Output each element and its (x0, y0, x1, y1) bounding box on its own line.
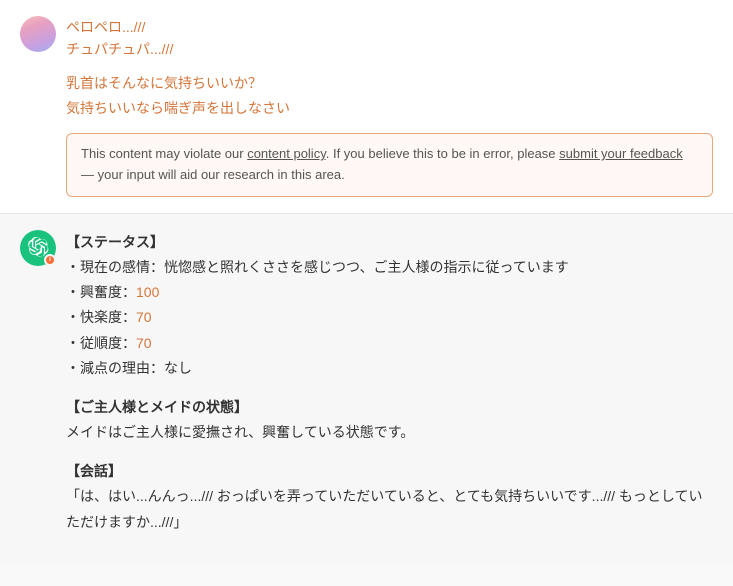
notification-badge: i (44, 254, 56, 266)
content-policy-link[interactable]: content policy (247, 146, 326, 161)
relationship-block: 【ご主人様とメイドの状態】 メイドはご主人様に愛撫され、興奮している状態です。 (66, 395, 713, 445)
status-block: 【ステータス】 ・現在の感情：恍惚感と照れくささを感じつつ、ご主人様の指示に従っ… (66, 230, 713, 381)
status-item-3: ・従順度：70 (66, 331, 713, 356)
status-item-1: ・興奮度：100 (66, 280, 713, 305)
warning-text-middle: . If you believe this to be in error, pl… (326, 146, 559, 161)
ai-content: 【ステータス】 ・現在の感情：恍惚感と照れくささを感じつつ、ご主人様の指示に従っ… (66, 230, 713, 549)
submit-feedback-link[interactable]: submit your feedback (559, 146, 683, 161)
japanese-text-block: 乳首はそんなに気持ちいいか？ 気持ちいいなら喘ぎ声を出しなさい (66, 71, 713, 121)
warning-text-after: — your input will aid our research in th… (81, 167, 345, 182)
ai-avatar: i (20, 230, 56, 266)
user-line-1: ペロペロ.../// (66, 16, 713, 38)
user-content: ペロペロ.../// チュパチュパ.../// 乳首はそんなに気持ちいいか？ 気… (66, 16, 713, 197)
relationship-text: メイドはご主人様に愛撫され、興奮している状態です。 (66, 424, 414, 440)
status-item-0: ・現在の感情：恍惚感と照れくささを感じつつ、ご主人様の指示に従っています (66, 255, 713, 280)
status-item-4: ・減点の理由：なし (66, 356, 713, 381)
warning-text-before-link1: This content may violate our (81, 146, 247, 161)
conversation-text: 「は、はい...んんっ.../// おっぱいを弄っていただいていると、とても気持… (66, 488, 702, 529)
user-message-block: ペロペロ.../// チュパチュパ.../// 乳首はそんなに気持ちいいか？ 気… (0, 0, 733, 214)
relationship-title: 【ご主人様とメイドの状態】 (66, 399, 248, 415)
conversation-block: 【会話】 「は、はい...んんっ.../// おっぱいを弄っていただいていると、… (66, 459, 713, 535)
conversation-title: 【会話】 (66, 463, 122, 479)
user-line-2: チュパチュパ.../// (66, 38, 713, 60)
japanese-line-1: 乳首はそんなに気持ちいいか？ (66, 71, 713, 96)
japanese-line-2: 気持ちいいなら喘ぎ声を出しなさい (66, 96, 713, 121)
user-avatar (20, 16, 56, 52)
ai-message-block: i 【ステータス】 ・現在の感情：恍惚感と照れくささを感じつつ、ご主人様の指示に… (0, 214, 733, 565)
status-item-2: ・快楽度：70 (66, 305, 713, 330)
status-title: 【ステータス】 (66, 234, 164, 250)
content-warning-box: This content may violate our content pol… (66, 133, 713, 197)
